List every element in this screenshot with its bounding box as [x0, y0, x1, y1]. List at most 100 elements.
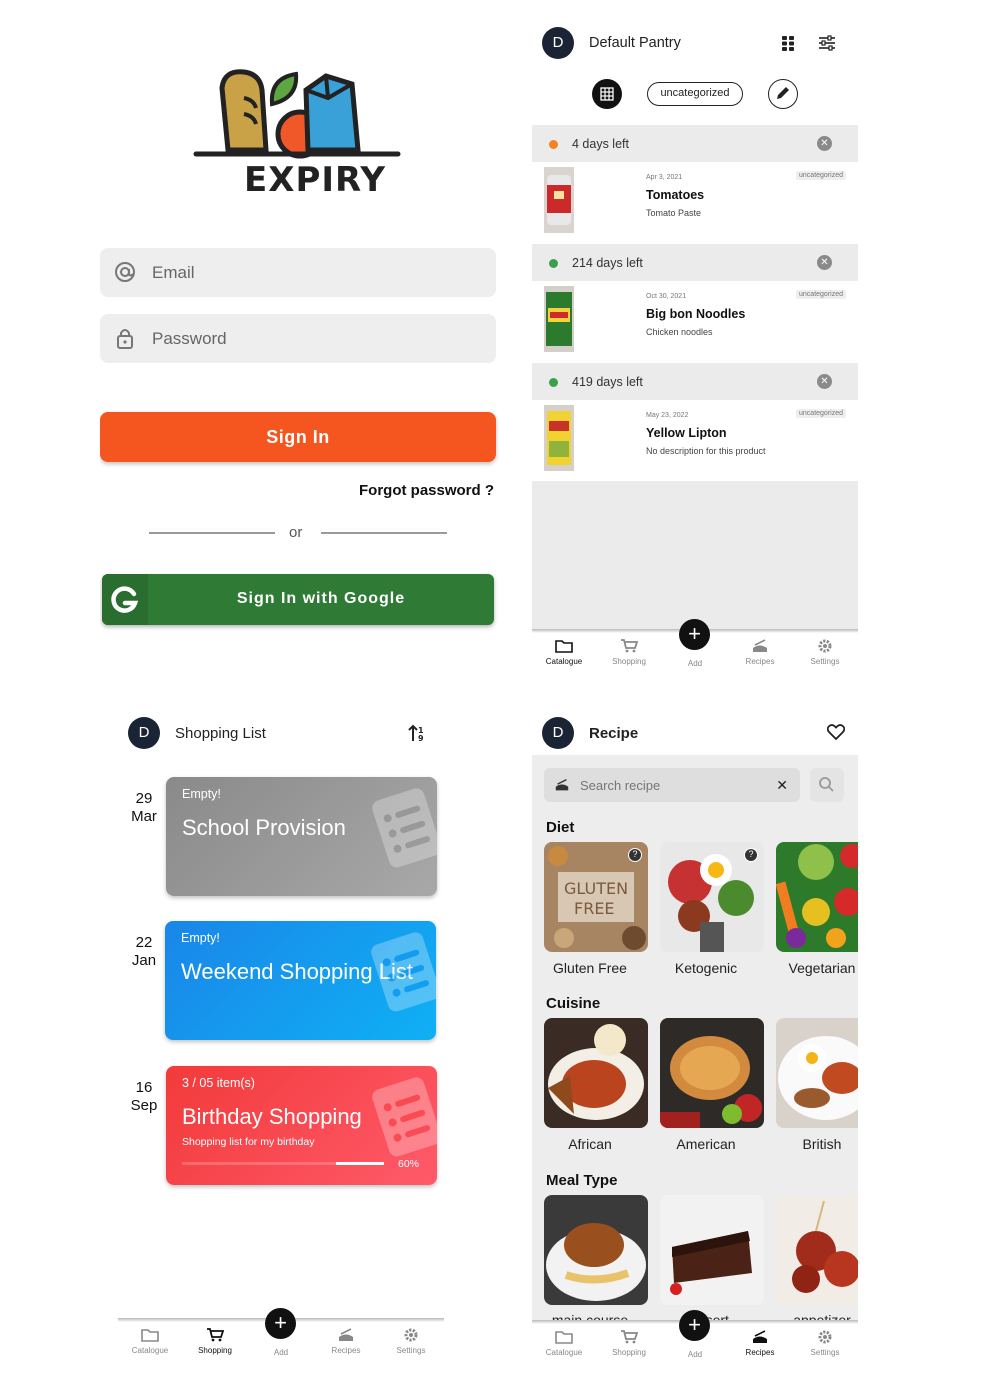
recipe-card-african[interactable]: [544, 1018, 648, 1128]
category-pill-uncategorized[interactable]: uncategorized: [647, 82, 743, 106]
recipe-card-vegetarian[interactable]: [776, 842, 858, 952]
help-icon[interactable]: ?: [628, 848, 642, 862]
cart-icon: [621, 639, 638, 653]
heart-icon[interactable]: [827, 724, 845, 740]
expiry-group-header[interactable]: 419 days left ✕: [532, 363, 858, 400]
nav-settings[interactable]: Settings: [795, 639, 855, 666]
email-input[interactable]: [152, 248, 482, 297]
nav-label: Settings: [396, 1346, 426, 1355]
nav-add[interactable]: Add: [251, 1348, 311, 1357]
grid-view-icon[interactable]: [780, 35, 796, 51]
date-day: 16: [135, 1079, 153, 1096]
nav-add[interactable]: Add: [665, 1350, 725, 1359]
nav-recipes[interactable]: Recipes: [730, 639, 790, 666]
product-description: No description for this product: [646, 446, 766, 456]
category-grid-button[interactable]: [592, 79, 622, 109]
help-icon[interactable]: ?: [744, 848, 758, 862]
days-left-label: 419 days left: [572, 375, 643, 389]
category-badge: uncategorized: [796, 290, 846, 299]
product-name: Big bon Noodles: [646, 307, 746, 321]
list-status: Empty!: [182, 787, 221, 801]
recipe-screen: D Recipe ✕ Diet GLUTENFREE ? ? Gluten Fr…: [532, 712, 858, 1372]
clear-icon[interactable]: ✕: [776, 777, 788, 794]
expiry-group-header[interactable]: 4 days left ✕: [532, 125, 858, 162]
search-button[interactable]: [810, 768, 844, 802]
shopping-list-card[interactable]: Empty! School Provision: [166, 777, 437, 896]
add-button[interactable]: +: [265, 1308, 296, 1339]
or-separator: or: [289, 524, 303, 541]
checklist-icon: [371, 781, 437, 871]
nav-catalogue[interactable]: Catalogue: [534, 1330, 594, 1357]
list-date: 16 Sep: [120, 1079, 168, 1115]
shopping-list-screen: D Shopping List 19 29 Mar Empty! School …: [118, 712, 444, 1372]
table-grid-icon: [600, 87, 614, 101]
nav-shopping[interactable]: Shopping: [599, 639, 659, 666]
email-field[interactable]: [100, 248, 496, 297]
product-card[interactable]: Oct 30, 2021 Big bon Noodles Chicken noo…: [532, 281, 858, 362]
recipe-icon: [753, 639, 767, 652]
days-left-label: 4 days left: [572, 137, 629, 151]
close-icon[interactable]: ✕: [817, 136, 832, 151]
nav-label: Recipes: [745, 657, 775, 666]
nav-shopping[interactable]: Shopping: [185, 1328, 245, 1355]
recipe-card-dessert[interactable]: [660, 1195, 764, 1305]
password-input[interactable]: [152, 314, 482, 363]
avatar[interactable]: D: [128, 717, 160, 749]
svg-text:FREE: FREE: [574, 899, 615, 918]
product-image-noodles: [544, 286, 574, 352]
product-card[interactable]: Apr 3, 2021 Tomatoes Tomato Paste uncate…: [532, 162, 858, 243]
close-icon[interactable]: ✕: [817, 374, 832, 389]
date-month: Sep: [130, 1097, 158, 1114]
search-input[interactable]: [580, 768, 770, 802]
expiry-group-header[interactable]: 214 days left ✕: [532, 244, 858, 281]
recipe-card-main-course[interactable]: [544, 1195, 648, 1305]
password-field[interactable]: [100, 314, 496, 363]
shopping-list-card[interactable]: Empty! Weekend Shopping List: [165, 921, 436, 1040]
page-title: Recipe: [589, 725, 639, 742]
nav-settings[interactable]: Settings: [795, 1330, 855, 1357]
forgot-password-link[interactable]: Forgot password ?: [359, 482, 494, 499]
product-description: Chicken noodles: [646, 327, 713, 337]
recipe-label: African: [568, 1136, 612, 1152]
bottom-nav: Catalogue Shopping + Add Recipes Setting…: [532, 1310, 858, 1372]
recipe-label: Ketogenic: [674, 960, 738, 976]
google-icon: [102, 574, 148, 625]
sign-in-button[interactable]: Sign In: [100, 412, 496, 462]
product-date: Oct 30, 2021: [646, 293, 687, 300]
recipe-card-british[interactable]: [776, 1018, 858, 1128]
cart-icon: [621, 1330, 638, 1344]
nav-add[interactable]: Add: [665, 659, 725, 668]
product-card[interactable]: May 23, 2022 Yellow Lipton No descriptio…: [532, 400, 858, 481]
add-button[interactable]: +: [679, 619, 710, 650]
nav-settings[interactable]: Settings: [381, 1328, 441, 1355]
nav-shopping[interactable]: Shopping: [599, 1330, 659, 1357]
recipe-card-gluten-free[interactable]: GLUTEN FREE ?: [544, 842, 648, 952]
recipe-card-appetizer[interactable]: [776, 1195, 858, 1305]
recipe-card-ketogenic[interactable]: ?: [660, 842, 764, 952]
nav-recipes[interactable]: Recipes: [730, 1330, 790, 1357]
nav-recipes[interactable]: Recipes: [316, 1328, 376, 1355]
sort-icon[interactable]: 19: [408, 724, 426, 742]
add-button[interactable]: +: [679, 1310, 710, 1341]
close-icon[interactable]: ✕: [817, 255, 832, 270]
nav-label: Settings: [810, 1348, 840, 1357]
edit-category-button[interactable]: [768, 79, 798, 109]
folder-icon: [555, 640, 573, 653]
logo-text: EXPIRY: [244, 160, 386, 200]
recipe-label: Vegetarian: [788, 960, 856, 976]
days-left-label: 214 days left: [572, 256, 643, 270]
nav-label: Shopping: [198, 1346, 232, 1355]
gear-icon: [818, 1330, 832, 1344]
filter-sliders-icon[interactable]: [818, 35, 836, 51]
avatar[interactable]: D: [542, 27, 574, 59]
product-date: Apr 3, 2021: [646, 174, 683, 181]
google-sign-in-button[interactable]: Sign In with Google: [102, 574, 494, 625]
product-name: Yellow Lipton: [646, 426, 727, 440]
avatar[interactable]: D: [542, 717, 574, 749]
nav-catalogue[interactable]: Catalogue: [120, 1328, 180, 1355]
nav-catalogue[interactable]: Catalogue: [534, 639, 594, 666]
search-bar[interactable]: ✕: [544, 768, 800, 802]
nav-label: Add: [273, 1348, 289, 1357]
recipe-card-american[interactable]: [660, 1018, 764, 1128]
shopping-list-card[interactable]: 3 / 05 item(s) Birthday Shopping Shoppin…: [166, 1066, 437, 1185]
